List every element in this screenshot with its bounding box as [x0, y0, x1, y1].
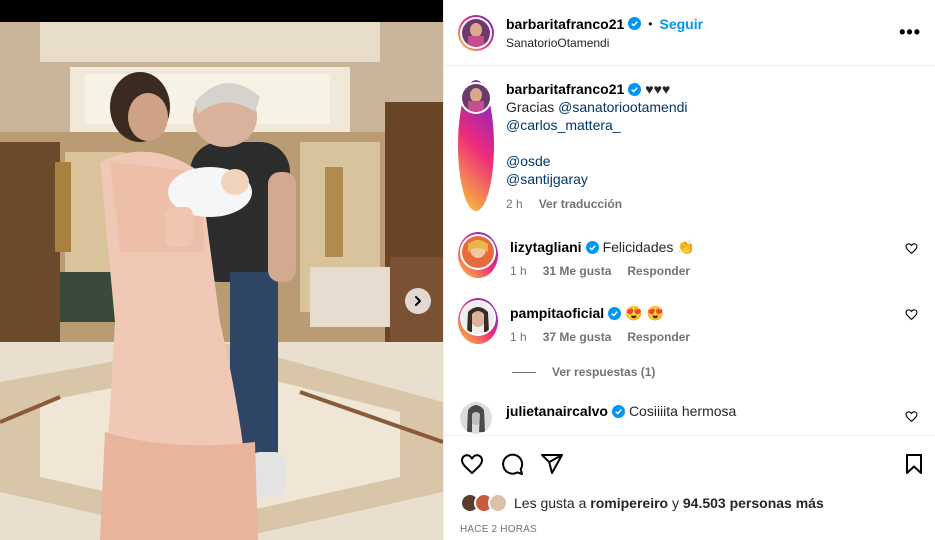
liker-avatars[interactable]: [460, 493, 508, 513]
verified-badge-icon: [608, 306, 622, 320]
heart-icon[interactable]: [905, 308, 918, 321]
post-photo: [0, 22, 443, 540]
commenter-avatar[interactable]: [458, 232, 498, 278]
mention-link[interactable]: @santijgaray: [506, 171, 588, 187]
post-media: [0, 0, 443, 540]
verified-badge-icon: [611, 404, 625, 418]
commenter-avatar[interactable]: [458, 298, 498, 344]
comment-item: julietanaircalvo Cosiiiita hermosa: [458, 400, 924, 435]
commenter-avatar[interactable]: [458, 400, 494, 435]
verified-badge-icon: [585, 240, 599, 254]
separator-dot: •: [648, 16, 653, 31]
caption-username[interactable]: barbaritafranco21: [506, 80, 624, 98]
likes-count[interactable]: 94.503 personas más: [683, 495, 824, 511]
follow-button[interactable]: Seguir: [659, 16, 703, 32]
liker-username[interactable]: romipereiro: [590, 495, 668, 511]
comments-section: barbaritafranco21 ♥♥♥ Gracias @sanatorio…: [444, 67, 935, 435]
comment-likes[interactable]: 31 Me gusta: [543, 264, 612, 278]
comment-time[interactable]: 1 h: [510, 264, 527, 278]
reply-button[interactable]: Responder: [627, 264, 690, 278]
more-options-icon[interactable]: •••: [899, 22, 921, 43]
heart-icon[interactable]: [905, 242, 918, 255]
caption-text: Gracias: [506, 99, 555, 115]
mention-link[interactable]: @sanatoriootamendi: [558, 99, 687, 115]
heart-icon[interactable]: [905, 410, 918, 423]
commenter-username[interactable]: pampitaoficial: [510, 304, 604, 322]
reply-button[interactable]: Responder: [627, 330, 690, 344]
likes-prefix: Les gusta a: [514, 495, 587, 511]
post-modal: barbaritafranco21 • Seguir SanatorioOtam…: [0, 0, 935, 540]
post-actions: Les gusta a romipereiro y 94.503 persona…: [444, 435, 935, 540]
comment-item: pampitaoficial 😍 😍 1 h 37 Me gusta Respo…: [458, 298, 924, 344]
commenter-avatar-image: [462, 236, 494, 268]
verified-badge-icon: [628, 82, 642, 96]
see-translation-button[interactable]: Ver traducción: [539, 197, 622, 211]
caption-time[interactable]: 2 h: [506, 197, 523, 211]
likes-connector: y: [671, 495, 679, 511]
comment-text: Felicidades 👏: [602, 239, 695, 255]
author-username[interactable]: barbaritafranco21: [506, 16, 624, 32]
comment-icon[interactable]: [500, 452, 524, 476]
comment-text: Cosiiiita hermosa: [628, 403, 737, 419]
chevron-right-icon: [415, 296, 421, 306]
likes-summary: Les gusta a romipereiro y 94.503 persona…: [460, 493, 824, 513]
comment-item: lizytagliani Felicidades 👏 1 h 31 Me gus…: [458, 232, 924, 278]
commenter-username[interactable]: julietanaircalvo: [506, 402, 608, 420]
mention-link[interactable]: @osde: [506, 153, 551, 169]
post-caption: barbaritafranco21 ♥♥♥ Gracias @sanatorio…: [458, 80, 688, 211]
caption-hearts: ♥♥♥: [645, 81, 671, 97]
verified-badge-icon: [628, 17, 642, 30]
author-avatar[interactable]: [458, 14, 494, 51]
view-replies-button[interactable]: Ver respuestas (1): [512, 365, 655, 379]
view-replies-label: Ver respuestas (1): [552, 365, 656, 379]
post-panel: barbaritafranco21 • Seguir SanatorioOtam…: [443, 0, 935, 540]
comment-time[interactable]: 1 h: [510, 330, 527, 344]
mention-link[interactable]: @carlos_mattera_: [506, 117, 621, 133]
media-top-bar: [0, 0, 443, 22]
post-header: barbaritafranco21 • Seguir SanatorioOtam…: [444, 0, 935, 66]
share-icon[interactable]: [540, 452, 564, 476]
caption-avatar[interactable]: [458, 80, 494, 211]
next-photo-button[interactable]: [405, 288, 431, 314]
post-timestamp[interactable]: HACE 2 HORAS: [460, 524, 537, 535]
author-avatar-image: [462, 18, 490, 47]
commenter-avatar-image: [460, 402, 492, 434]
caption-avatar-image: [462, 84, 490, 112]
commenter-avatar-image: [462, 302, 494, 334]
bookmark-icon[interactable]: [902, 452, 926, 476]
like-heart-icon[interactable]: [460, 452, 484, 476]
comment-text: 😍 😍: [625, 305, 664, 321]
commenter-username[interactable]: lizytagliani: [510, 238, 582, 256]
comment-likes[interactable]: 37 Me gusta: [543, 330, 612, 344]
liker-avatar: [488, 493, 508, 513]
post-location[interactable]: SanatorioOtamendi: [506, 36, 703, 50]
replies-divider: [512, 371, 536, 373]
